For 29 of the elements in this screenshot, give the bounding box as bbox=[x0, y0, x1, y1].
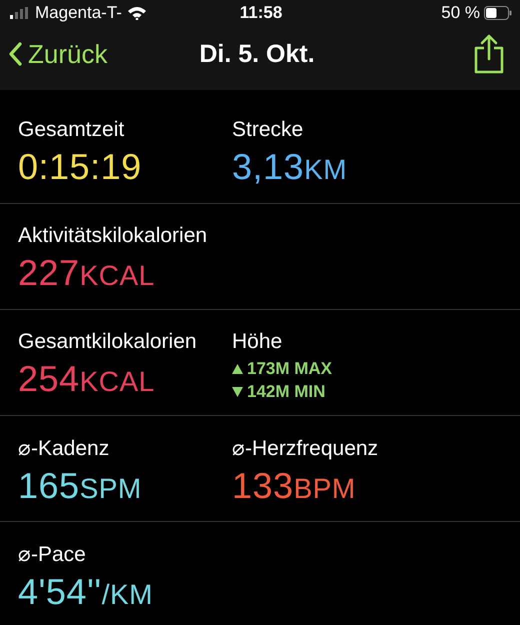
signal-icon bbox=[10, 7, 30, 19]
metric-value: 165SPM bbox=[18, 465, 143, 507]
chevron-left-icon bbox=[8, 42, 22, 66]
metric-value: 0:15:19 bbox=[18, 146, 143, 188]
metric-label: Gesamtzeit bbox=[18, 118, 126, 142]
metric-label: ⌀-Pace bbox=[18, 542, 87, 567]
metric-value: 227KCAL bbox=[18, 252, 156, 294]
triangle-up-icon bbox=[232, 364, 243, 374]
metric-value: 254KCAL bbox=[18, 358, 156, 400]
elevation-value: 142M MIN bbox=[247, 382, 326, 402]
metric-label: ⌀-Herzfrequenz bbox=[232, 436, 380, 461]
status-time: 11:58 bbox=[240, 3, 282, 23]
metric-value: 3,13KM bbox=[232, 146, 348, 188]
carrier-name: Magenta-T- bbox=[35, 3, 122, 23]
battery-icon bbox=[484, 6, 512, 20]
metric-label: Höhe bbox=[232, 330, 284, 354]
nav-title: Di. 5. Okt. bbox=[199, 40, 315, 68]
metric-label: Gesamtkilokalorien bbox=[18, 330, 198, 354]
metric-label: Aktivitätskilokalorien bbox=[18, 224, 208, 248]
metric-value: 133BPM bbox=[232, 465, 357, 507]
share-icon[interactable] bbox=[472, 34, 506, 74]
metric-value: 4'54''/KM bbox=[18, 571, 154, 613]
metric-label: Strecke bbox=[232, 118, 304, 142]
elevation-value: 173M MAX bbox=[247, 359, 332, 379]
battery-percent: 50 % bbox=[441, 3, 480, 23]
metric-label: ⌀-Kadenz bbox=[18, 436, 110, 461]
wifi-icon bbox=[126, 6, 147, 20]
back-button[interactable]: Zurück bbox=[8, 38, 200, 70]
triangle-down-icon bbox=[232, 387, 243, 397]
